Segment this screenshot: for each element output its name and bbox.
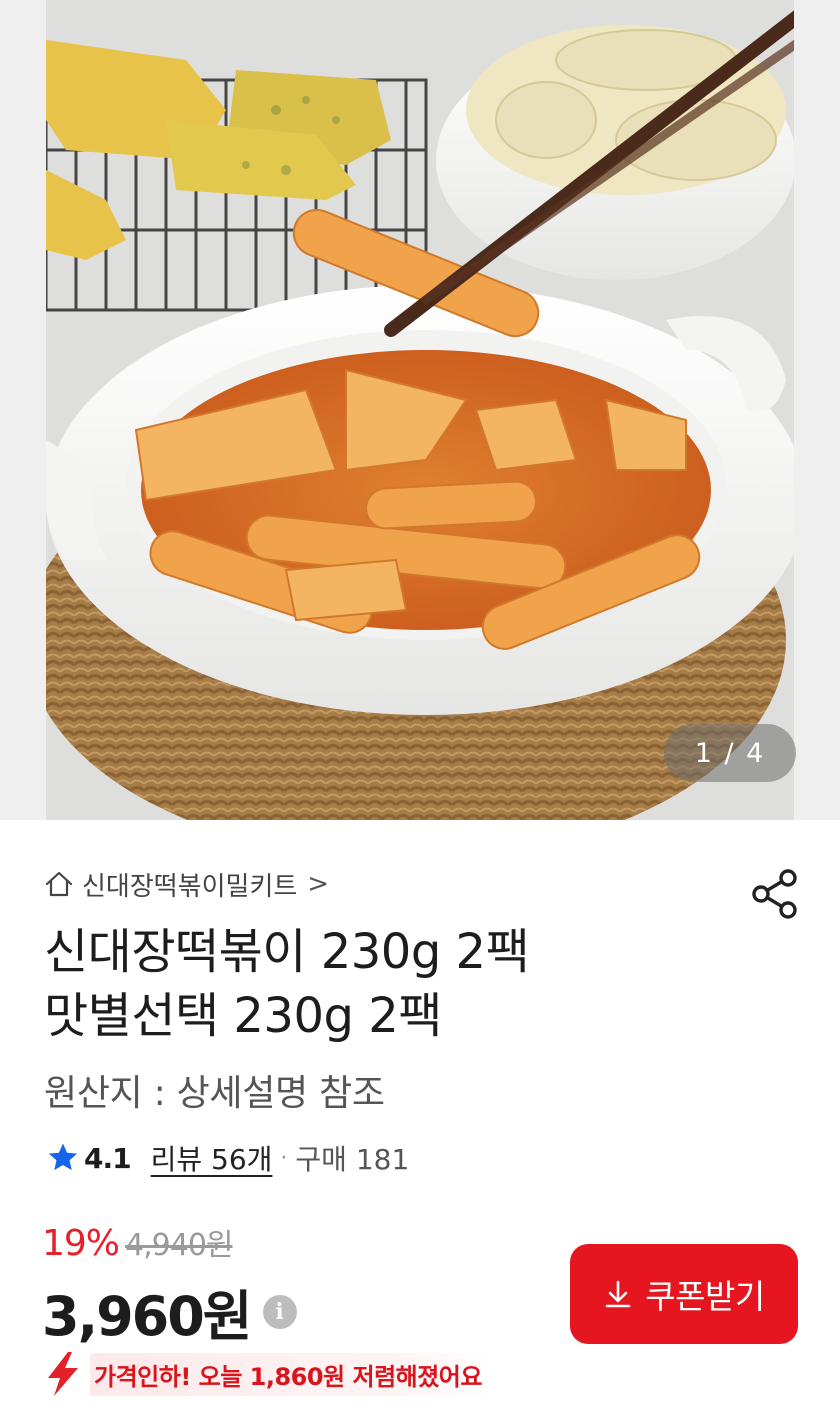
breadcrumb[interactable]: 신대장떡볶이밀키트 > — [44, 866, 329, 902]
purchase-count: 구매 181 — [295, 1143, 410, 1176]
rating-row: 4.1 리뷰 56개 · 구매 181 — [46, 1138, 409, 1178]
sale-price: 3,960원 — [42, 1285, 252, 1348]
original-price: 4,940원 — [125, 1228, 233, 1263]
price-row: 3,960원 i — [42, 1272, 297, 1351]
image-counter: 1 / 4 — [664, 724, 796, 782]
product-title: 신대장떡볶이 230g 2팩 맛별선택 230g 2팩 — [44, 920, 744, 1048]
chevron-right-icon: > — [307, 869, 330, 899]
rating-score: 4.1 — [84, 1141, 132, 1175]
product-title-line1: 신대장떡볶이 230g 2팩 — [44, 924, 530, 980]
price-drop-banner: 가격인하! 오늘 1,860원 저렴해졌어요 — [44, 1350, 492, 1398]
home-icon — [45, 871, 73, 897]
discount-row: 19% 4,940원 — [42, 1220, 234, 1264]
origin-text: 원산지 : 상세설명 참조 — [44, 1073, 385, 1114]
share-icon[interactable] — [750, 868, 800, 920]
coupon-label: 쿠폰받기 — [645, 1278, 765, 1315]
star-icon — [48, 1143, 78, 1171]
reviews-link[interactable]: 리뷰 56개 — [151, 1138, 273, 1178]
lightning-icon — [48, 1352, 78, 1396]
product-title-line2: 맛별선택 230g 2팩 — [44, 988, 442, 1044]
discount-rate: 19% — [42, 1223, 120, 1264]
price-drop-text: 가격인하! 오늘 1,860원 저렴해졌어요 — [90, 1352, 492, 1396]
product-image-carousel[interactable]: 1 / 4 — [0, 0, 840, 820]
breadcrumb-label: 신대장떡볶이밀키트 — [82, 871, 298, 902]
coupon-button[interactable]: 쿠폰받기 — [570, 1244, 798, 1344]
product-info: 신대장떡볶이밀키트 > 신대장떡볶이 230g 2팩 맛별선택 230g 2팩 … — [0, 820, 840, 1420]
download-icon — [605, 1280, 631, 1308]
separator-dot: · — [280, 1145, 288, 1171]
info-icon[interactable]: i — [262, 1294, 297, 1329]
product-photo[interactable] — [46, 0, 794, 820]
